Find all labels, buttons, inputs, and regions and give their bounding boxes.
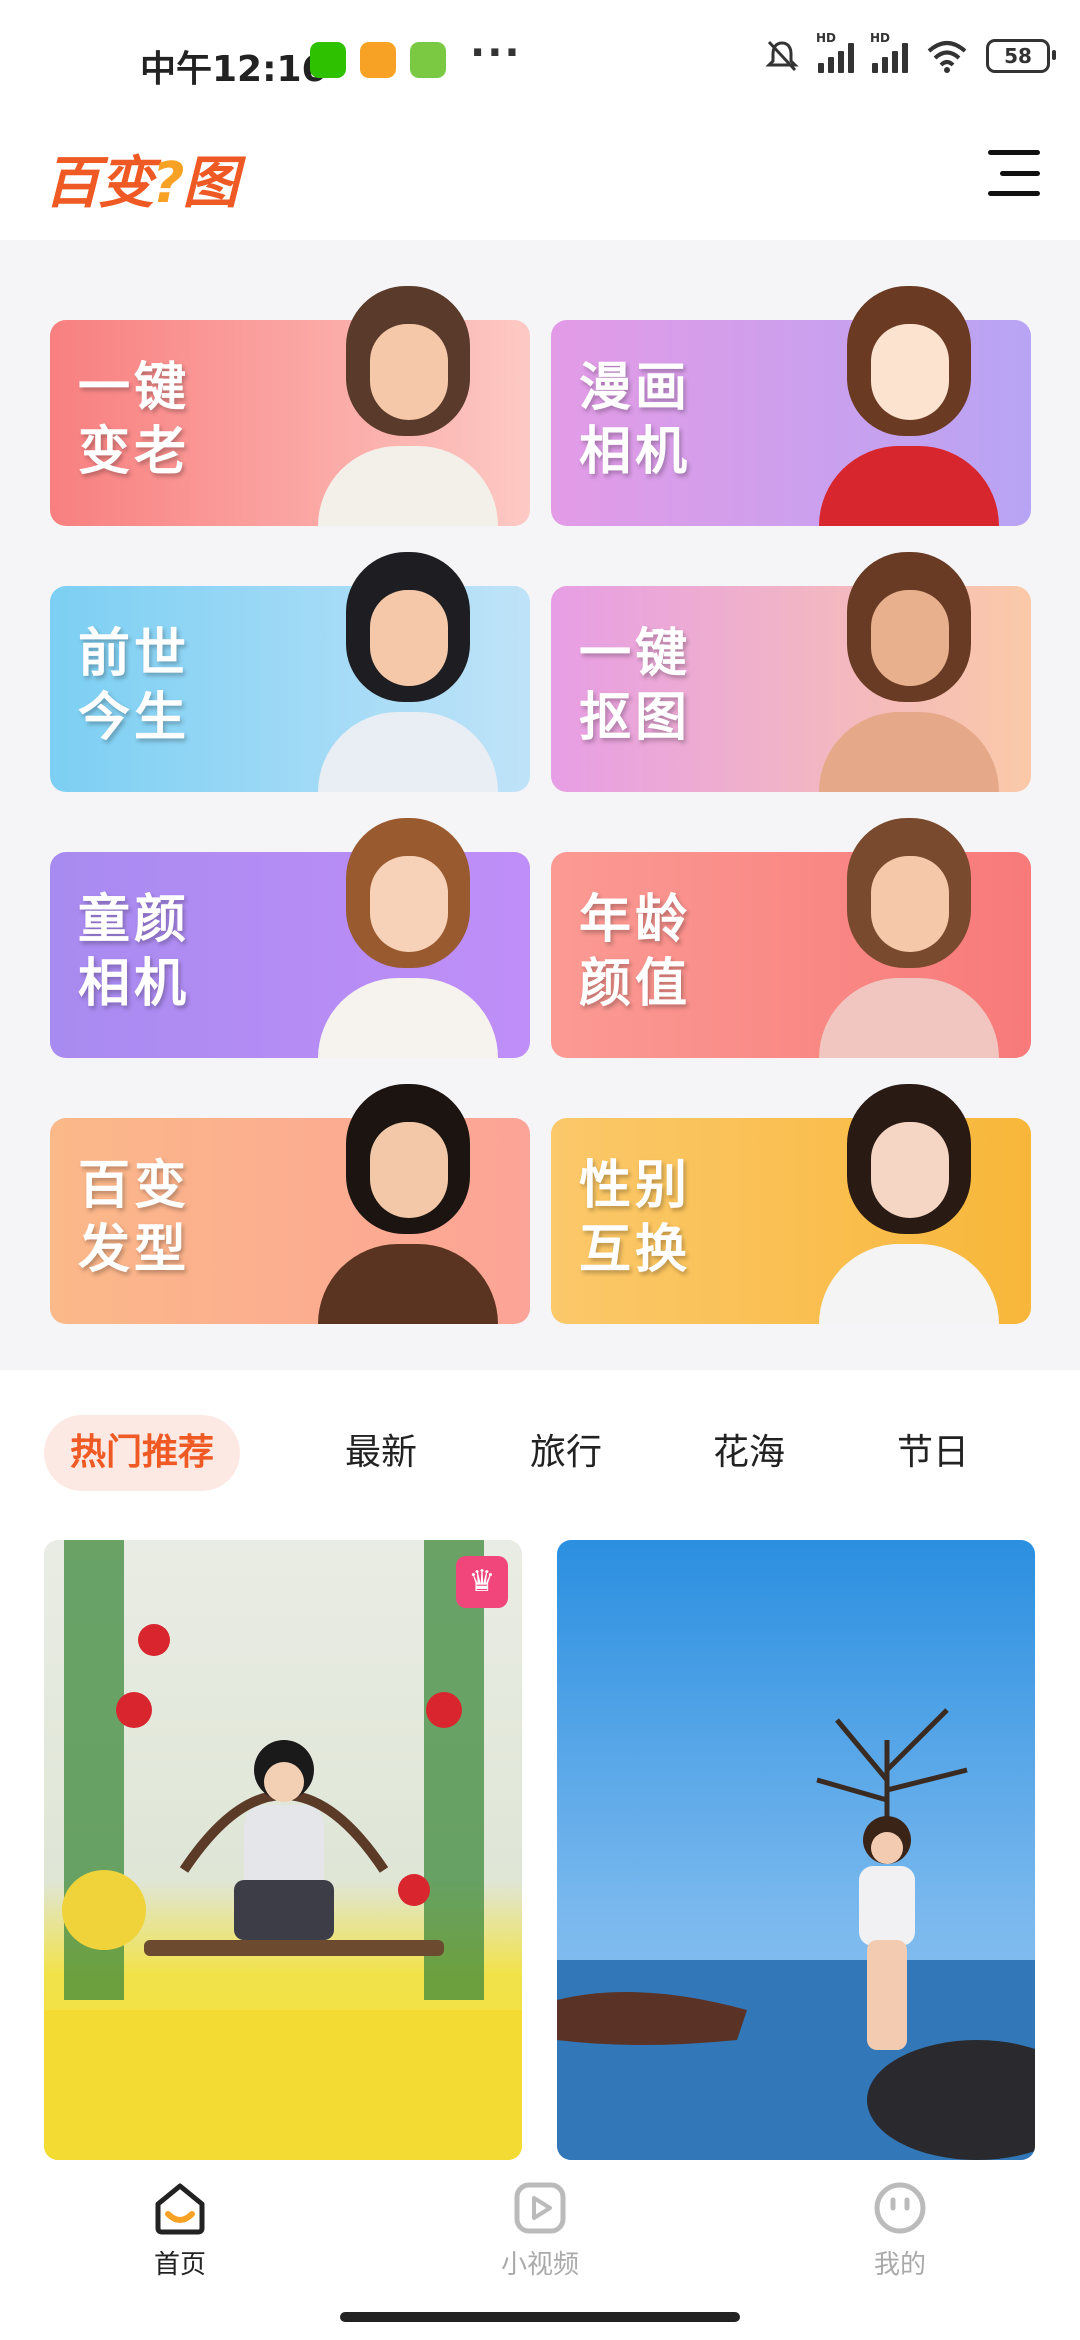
status-time: 中午12:16 — [140, 49, 327, 90]
battery-icon: 58 — [986, 39, 1056, 73]
tab-holiday[interactable]: 节日 — [897, 1415, 969, 1491]
feature-card-hairstyle[interactable]: 百变发型 — [50, 1084, 530, 1324]
menu-icon[interactable] — [988, 150, 1040, 196]
feature-label: 年龄颜值 — [579, 890, 692, 1014]
home-icon — [155, 2183, 205, 2235]
gesture-home-bar[interactable] — [340, 2312, 740, 2322]
feature-label: 百变发型 — [78, 1156, 191, 1280]
signal-icon-1: HD — [816, 31, 854, 73]
wechat-icon — [310, 42, 346, 78]
portrait-image — [308, 276, 508, 526]
lake-tree-image — [557, 1540, 1035, 2160]
feature-card-comic-camera[interactable]: 漫画相机 — [551, 286, 1031, 526]
feature-grid: 一键变老 漫画相机 前世今生 一键抠图 童颜相机 年龄颜值 百变发型 性别互换 — [0, 240, 1080, 1370]
flower-swing-image — [44, 1540, 522, 2160]
feature-card-gender-swap[interactable]: 性别互换 — [551, 1084, 1031, 1324]
feature-card-child-face[interactable]: 童颜相机 — [50, 818, 530, 1058]
portrait-image — [809, 808, 1009, 1058]
notes-icon — [360, 42, 396, 78]
portrait-image — [308, 1074, 508, 1324]
more-notifications-icon: ··· — [470, 30, 522, 76]
tab-latest[interactable]: 最新 — [345, 1415, 417, 1491]
feature-label: 前世今生 — [78, 624, 191, 748]
feature-label: 一键抠图 — [579, 624, 692, 748]
download-icon — [410, 42, 446, 78]
nav-short-video[interactable]: 小视频 — [460, 2180, 620, 2281]
tab-hot[interactable]: 热门推荐 — [44, 1415, 241, 1491]
tab-flowers[interactable]: 花海 — [713, 1415, 785, 1491]
feature-label: 童颜相机 — [78, 890, 191, 1014]
feature-card-past-life[interactable]: 前世今生 — [50, 552, 530, 792]
feature-label: 漫画相机 — [579, 358, 692, 482]
wifi-icon — [927, 41, 967, 73]
status-bar: 中午12:16 ··· HD HD 58 — [0, 0, 1080, 120]
nav-profile[interactable]: 我的 — [820, 2180, 980, 2281]
template-card-flower-swing[interactable]: ♛ — [44, 1540, 522, 2160]
feature-card-age-score[interactable]: 年龄颜值 — [551, 818, 1031, 1058]
app-logo: 百变?图 — [44, 151, 238, 216]
nav-home[interactable]: 首页 — [100, 2180, 260, 2281]
feature-label: 一键变老 — [78, 358, 191, 482]
vip-crown-icon: ♛ — [456, 1556, 508, 1608]
template-card-lake-tree[interactable] — [557, 1540, 1035, 2160]
mute-bell-icon — [765, 40, 799, 72]
profile-face-icon — [874, 2182, 926, 2234]
tab-travel[interactable]: 旅行 — [530, 1415, 602, 1491]
video-icon — [514, 2182, 566, 2234]
feature-card-cutout[interactable]: 一键抠图 — [551, 552, 1031, 792]
portrait-image — [809, 542, 1009, 792]
feature-label: 性别互换 — [579, 1156, 692, 1280]
signal-icon-2: HD — [870, 31, 908, 73]
portrait-image — [308, 808, 508, 1058]
portrait-image — [809, 1074, 1009, 1324]
portrait-image — [809, 276, 1009, 526]
portrait-image — [308, 542, 508, 792]
feature-card-aging[interactable]: 一键变老 — [50, 286, 530, 526]
